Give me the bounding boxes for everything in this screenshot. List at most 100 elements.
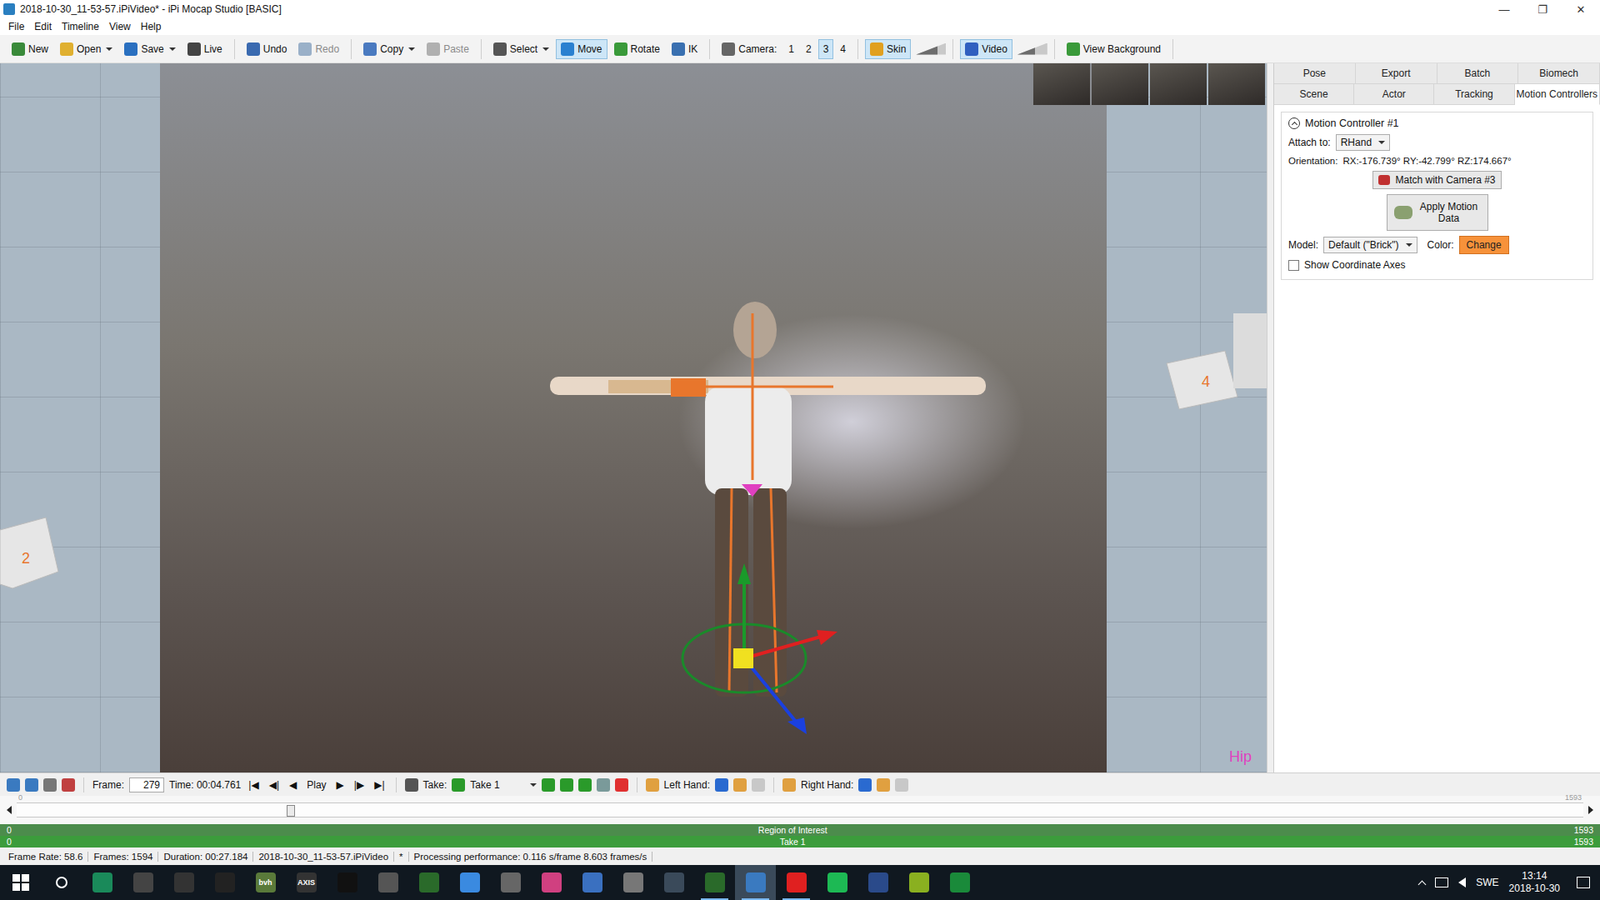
panel-tab[interactable]: Scene	[1274, 84, 1355, 105]
taskbar-app[interactable]	[122, 865, 164, 900]
network-icon[interactable]	[1435, 877, 1449, 888]
timeline-track[interactable]: 01593	[16, 802, 1584, 818]
opacity-slider[interactable]	[915, 43, 946, 55]
taskbar-app[interactable]	[898, 865, 940, 900]
panel-tab[interactable]: Pose	[1274, 63, 1356, 85]
taskbar-app[interactable]	[530, 865, 572, 900]
playback-button[interactable]: ▶	[334, 779, 347, 791]
taskbar-app[interactable]: AXIS	[285, 865, 327, 900]
toolbar-button[interactable]: Redo	[293, 39, 345, 60]
panel-tab[interactable]: Export	[1355, 63, 1438, 85]
clock[interactable]: 13:142018-10-30	[1509, 870, 1560, 895]
dropdown-arrow-icon[interactable]	[542, 47, 550, 51]
taskbar-app[interactable]	[204, 865, 245, 900]
start-button[interactable]	[0, 865, 41, 900]
splitter[interactable]	[1266, 63, 1274, 773]
taskbar-app[interactable]	[408, 865, 450, 900]
taskbar-app[interactable]	[694, 865, 735, 900]
taskbar-app[interactable]	[735, 865, 776, 900]
toolbar-button[interactable]: New	[6, 39, 54, 60]
toolbar-button[interactable]: Live	[182, 39, 228, 60]
playback-button[interactable]: |◀	[245, 779, 261, 791]
playback-button[interactable]: ◀	[286, 779, 300, 791]
actor-figure[interactable]	[0, 63, 1267, 773]
camera-thumbnail[interactable]	[1208, 63, 1265, 105]
taskbar-app[interactable]	[449, 865, 490, 900]
toolbar-button[interactable]: View Background	[1061, 39, 1166, 60]
camera-label[interactable]: 4	[1201, 373, 1210, 391]
toolbar-button[interactable]: 1	[783, 39, 800, 60]
menu-item[interactable]: Timeline	[56, 20, 105, 33]
scroll-right-icon[interactable]	[1588, 805, 1594, 815]
playback-button[interactable]: ▶|	[371, 779, 387, 791]
taskbar-app[interactable]	[571, 865, 613, 900]
taskbar-app[interactable]	[653, 865, 695, 900]
camera-thumbnail[interactable]	[1033, 63, 1090, 105]
panel-tab[interactable]: Motion Controllers	[1515, 84, 1600, 105]
toolbar-button[interactable]: 3	[818, 39, 835, 60]
toolbar-button[interactable]: Undo	[241, 39, 293, 60]
restore-button[interactable]: ❐	[1523, 3, 1562, 16]
taskbar-app[interactable]	[81, 865, 123, 900]
taskbar-app[interactable]	[367, 865, 409, 900]
timeline-thumb[interactable]	[286, 805, 295, 817]
scroll-left-icon[interactable]	[6, 805, 12, 815]
menu-item[interactable]: File	[3, 20, 30, 33]
taskbar-app[interactable]	[857, 865, 899, 900]
toolbar-button[interactable]: Save	[119, 39, 180, 60]
toolbar-button[interactable]: IK	[666, 39, 703, 60]
dropdown-arrow-icon[interactable]	[169, 47, 176, 51]
menu-item[interactable]: View	[104, 20, 136, 33]
close-button[interactable]: ✕	[1561, 3, 1600, 16]
panel-tab[interactable]: Actor	[1354, 84, 1435, 105]
taskbar-app[interactable]	[612, 865, 654, 900]
taskbar-app[interactable]	[775, 865, 817, 900]
color-button[interactable]: Change	[1459, 235, 1510, 255]
take-bar[interactable]: 0Take 11593	[0, 835, 1600, 848]
dropdown-arrow-icon[interactable]	[408, 47, 415, 51]
3d-viewport[interactable]: 24Hip	[0, 63, 1267, 773]
taskbar-app[interactable]: bvh	[245, 865, 286, 900]
minimize-button[interactable]: —	[1485, 3, 1524, 16]
toolbar-button[interactable]: Select	[488, 39, 555, 60]
taskbar-app[interactable]	[163, 865, 205, 900]
menu-item[interactable]: Edit	[29, 20, 57, 33]
toolbar-button[interactable]: Skin	[865, 39, 911, 60]
toolbar-button[interactable]: Paste	[421, 39, 475, 60]
dropdown-arrow-icon[interactable]	[105, 47, 113, 51]
show-axes-checkbox[interactable]	[1288, 260, 1300, 271]
opacity-slider[interactable]	[1017, 43, 1048, 55]
tray-chevron-icon[interactable]	[1418, 880, 1427, 889]
match-camera-button[interactable]: Match with Camera #3	[1372, 170, 1501, 190]
toolbar-button[interactable]: Rotate	[609, 39, 665, 60]
camera-thumbnail[interactable]	[1091, 63, 1149, 105]
attach-select[interactable]: RHand	[1335, 134, 1390, 151]
notifications-icon[interactable]	[1576, 876, 1590, 889]
panel-tab[interactable]: Batch	[1437, 63, 1520, 85]
toolbar-button[interactable]: 2	[800, 39, 817, 60]
taskbar-app[interactable]	[490, 865, 531, 900]
collapse-icon[interactable]	[1288, 117, 1300, 130]
playback-button[interactable]: Play	[304, 779, 329, 791]
toolbar-button[interactable]: 4	[835, 39, 851, 60]
panel-tab[interactable]: Biomech	[1518, 63, 1600, 85]
frame-input[interactable]: 279	[129, 777, 165, 793]
model-select[interactable]: Default ("Brick")	[1323, 236, 1418, 254]
taskbar-app[interactable]	[816, 865, 858, 900]
toolbar-button[interactable]: Open	[55, 39, 118, 60]
toolbar-button[interactable]: Copy	[358, 39, 420, 60]
playback-button[interactable]: ◀|	[266, 779, 282, 791]
panel-tab[interactable]: Tracking	[1434, 84, 1515, 105]
region-of-interest-bar[interactable]: 0Region of Interest1593	[0, 824, 1600, 836]
taskbar-app[interactable]	[939, 865, 980, 900]
toolbar-button[interactable]: Video	[960, 39, 1012, 60]
playback-button[interactable]: |▶	[351, 779, 367, 791]
camera-thumbnail[interactable]	[1150, 63, 1207, 105]
camera-label[interactable]: 2	[21, 550, 30, 568]
taskbar-app[interactable]	[326, 865, 368, 900]
toolbar-button[interactable]: Move	[555, 39, 607, 60]
take-select[interactable]: Take 1	[470, 779, 536, 791]
menu-item[interactable]: Help	[135, 20, 167, 33]
volume-icon[interactable]	[1458, 877, 1466, 888]
apply-motion-button[interactable]: Apply Motion Data	[1386, 194, 1489, 231]
